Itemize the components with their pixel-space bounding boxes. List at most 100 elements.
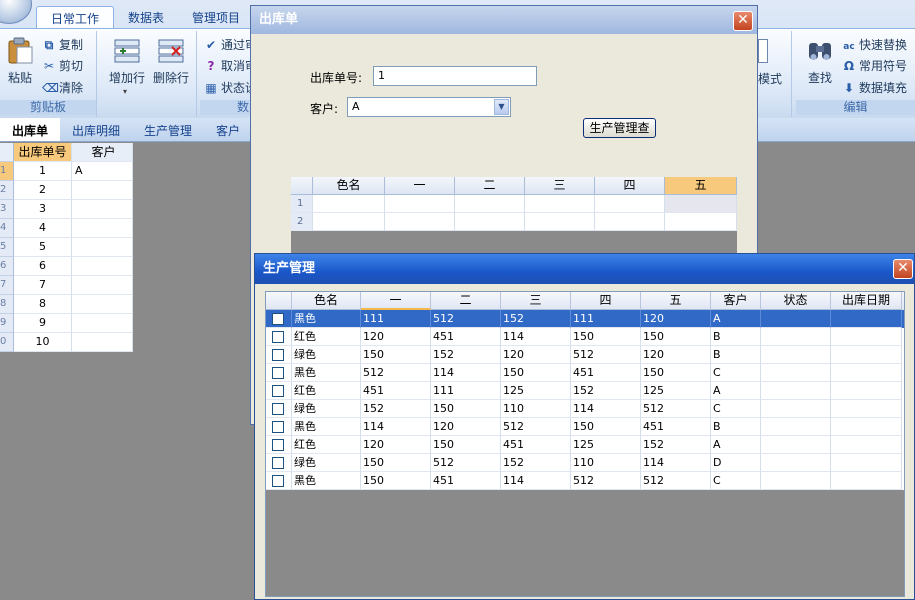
- order-no-cell[interactable]: 8: [14, 295, 72, 314]
- table-cell[interactable]: [595, 213, 665, 231]
- column-header-color[interactable]: 色名: [292, 292, 361, 310]
- table-cell[interactable]: [385, 195, 455, 213]
- table-cell[interactable]: [761, 310, 831, 328]
- table-cell[interactable]: 451: [641, 418, 711, 436]
- table-cell[interactable]: 绿色: [292, 346, 361, 364]
- row-checkbox-cell[interactable]: [266, 346, 292, 364]
- column-header-2[interactable]: 二: [455, 177, 525, 195]
- table-cell[interactable]: 114: [501, 472, 571, 490]
- table-row[interactable]: 绿色 150 152 120 512 120 B: [266, 346, 904, 364]
- table-row[interactable]: 33: [0, 200, 133, 219]
- row-number[interactable]: 8: [0, 295, 14, 314]
- table-cell[interactable]: [595, 195, 665, 213]
- table-cell[interactable]: 114: [571, 400, 641, 418]
- customer-cell[interactable]: [72, 181, 133, 200]
- row-checkbox[interactable]: [272, 475, 284, 487]
- select-all-corner[interactable]: [291, 177, 313, 195]
- symbols-button[interactable]: Ω 常用符号: [842, 56, 907, 76]
- table-cell[interactable]: C: [711, 400, 761, 418]
- table-cell[interactable]: 451: [361, 382, 431, 400]
- table-cell[interactable]: 120: [501, 346, 571, 364]
- table-row[interactable]: 绿色 150 512 152 110 114 D: [266, 454, 904, 472]
- table-cell[interactable]: [831, 346, 902, 364]
- order-no-cell[interactable]: 2: [14, 181, 72, 200]
- mode-label[interactable]: 模式: [758, 69, 782, 89]
- table-cell[interactable]: [761, 418, 831, 436]
- column-header-4[interactable]: 四: [595, 177, 665, 195]
- table-cell[interactable]: 512: [431, 454, 501, 472]
- customer-cell[interactable]: [72, 200, 133, 219]
- table-cell[interactable]: A: [711, 382, 761, 400]
- table-cell[interactable]: [831, 364, 902, 382]
- table-cell[interactable]: B: [711, 418, 761, 436]
- table-cell[interactable]: [455, 213, 525, 231]
- table-row[interactable]: 红色 120 150 451 125 152 A: [266, 436, 904, 454]
- column-header-customer[interactable]: 客户: [72, 143, 133, 162]
- table-row[interactable]: 黑色 111 512 152 111 120 A: [266, 310, 904, 328]
- table-cell[interactable]: 152: [501, 454, 571, 472]
- table-row[interactable]: 66: [0, 257, 133, 276]
- table-cell[interactable]: [761, 400, 831, 418]
- table-cell[interactable]: 512: [641, 400, 711, 418]
- table-cell[interactable]: [761, 346, 831, 364]
- row-checkbox[interactable]: [272, 457, 284, 469]
- column-header-5[interactable]: 五: [641, 292, 711, 310]
- table-cell[interactable]: 黑色: [292, 364, 361, 382]
- table-cell[interactable]: 150: [501, 364, 571, 382]
- table-cell[interactable]: [385, 213, 455, 231]
- customer-cell[interactable]: [72, 238, 133, 257]
- column-header-ship-date[interactable]: 出库日期: [831, 292, 902, 310]
- delete-row-button[interactable]: 删除行: [151, 37, 191, 86]
- table-cell[interactable]: 111: [571, 310, 641, 328]
- table-cell[interactable]: B: [711, 328, 761, 346]
- row-checkbox-cell[interactable]: [266, 418, 292, 436]
- table-cell[interactable]: 150: [641, 328, 711, 346]
- row-number[interactable]: 6: [0, 257, 14, 276]
- customer-select[interactable]: A ▼: [347, 97, 511, 117]
- order-no-cell[interactable]: 6: [14, 257, 72, 276]
- table-row[interactable]: 黑色 114 120 512 150 451 B: [266, 418, 904, 436]
- table-cell[interactable]: 512: [571, 472, 641, 490]
- row-number[interactable]: 1: [0, 162, 14, 181]
- row-checkbox-cell[interactable]: [266, 454, 292, 472]
- table-cell[interactable]: [831, 382, 902, 400]
- table-row[interactable]: 黑色 150 451 114 512 512 C: [266, 472, 904, 490]
- table-cell[interactable]: 绿色: [292, 454, 361, 472]
- order-no-cell[interactable]: 5: [14, 238, 72, 257]
- table-cell[interactable]: 125: [571, 436, 641, 454]
- table-cell[interactable]: [761, 382, 831, 400]
- table-cell[interactable]: 152: [571, 382, 641, 400]
- table-cell[interactable]: 黑色: [292, 418, 361, 436]
- row-checkbox[interactable]: [272, 421, 284, 433]
- table-row[interactable]: 11A: [0, 162, 133, 181]
- table-cell[interactable]: 120: [361, 328, 431, 346]
- table-cell[interactable]: 111: [361, 310, 431, 328]
- table-cell[interactable]: 512: [361, 364, 431, 382]
- table-row[interactable]: 88: [0, 295, 133, 314]
- production-query-button[interactable]: 生产管理查: [583, 118, 656, 138]
- table-cell[interactable]: 120: [431, 418, 501, 436]
- customer-cell[interactable]: [72, 295, 133, 314]
- table-cell[interactable]: 110: [571, 454, 641, 472]
- copy-button[interactable]: ⧉ 复制: [42, 35, 83, 55]
- column-header-customer[interactable]: 客户: [711, 292, 761, 310]
- table-cell[interactable]: [525, 195, 595, 213]
- table-cell[interactable]: [665, 213, 737, 231]
- row-checkbox[interactable]: [272, 403, 284, 415]
- row-checkbox[interactable]: [272, 439, 284, 451]
- table-cell[interactable]: [831, 328, 902, 346]
- table-cell[interactable]: 512: [571, 346, 641, 364]
- table-cell[interactable]: 红色: [292, 382, 361, 400]
- row-number[interactable]: 2: [291, 213, 313, 231]
- row-number[interactable]: 9: [0, 314, 14, 333]
- chevron-down-icon[interactable]: ▼: [494, 99, 509, 115]
- row-checkbox[interactable]: [272, 331, 284, 343]
- table-cell[interactable]: 451: [571, 364, 641, 382]
- table-cell[interactable]: 114: [361, 418, 431, 436]
- table-cell[interactable]: 150: [361, 346, 431, 364]
- table-row[interactable]: 0 10: [0, 333, 133, 352]
- close-icon[interactable]: ✕: [733, 11, 753, 31]
- cut-button[interactable]: ✂ 剪切: [42, 56, 83, 76]
- table-cell[interactable]: 152: [641, 436, 711, 454]
- row-number[interactable]: 0: [0, 333, 14, 352]
